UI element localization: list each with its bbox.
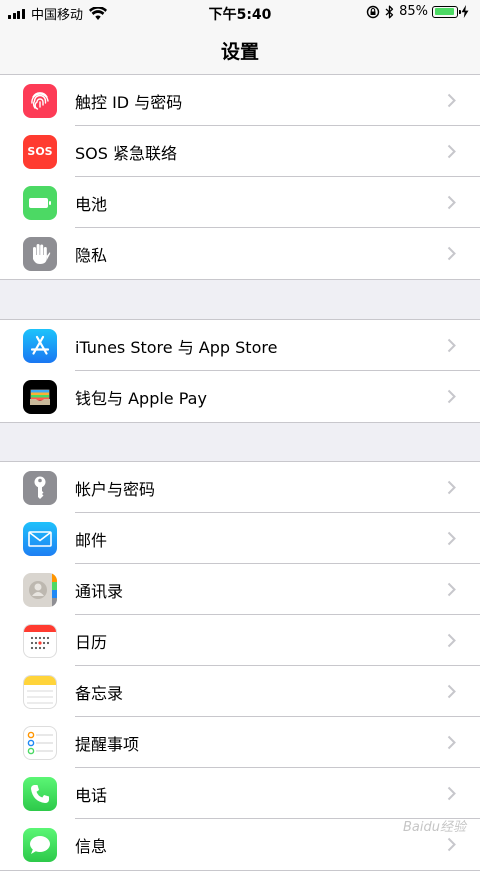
- settings-row-label: SOS 紧急联络: [75, 143, 177, 163]
- contacts-icon: [23, 572, 57, 607]
- key-icon: [23, 470, 57, 505]
- settings-row-label: 电话: [75, 785, 108, 805]
- bluetooth-icon: [385, 5, 394, 18]
- battery-icon: [23, 185, 57, 220]
- reminders-icon: [23, 725, 57, 760]
- settings-row-contacts[interactable]: 通讯录: [0, 564, 480, 615]
- settings-row-label: 通讯录: [75, 581, 124, 601]
- page-title: 设置: [220, 40, 259, 63]
- sos-icon: SOS: [23, 134, 57, 169]
- app-store-icon: [23, 328, 57, 363]
- battery-level-icon: [432, 5, 461, 18]
- settings-row-label: 帐户与密码: [75, 479, 156, 499]
- settings-row-wallet[interactable]: 钱包与 Apple Pay: [0, 371, 480, 422]
- charging-bolt-icon: [461, 5, 469, 18]
- hand-icon: [23, 236, 57, 271]
- orientation-lock-icon: [366, 5, 380, 18]
- chevron-right-icon: [447, 246, 456, 261]
- settings-row-notes[interactable]: 备忘录: [0, 666, 480, 717]
- settings-group-apps: 帐户与密码 邮件 通讯录 日历 备忘录 提醒事项 电话 信息: [0, 461, 480, 871]
- settings-row-label: 钱包与 Apple Pay: [75, 388, 207, 408]
- settings-row-label: 备忘录: [75, 683, 124, 703]
- settings-group-stores: iTunes Store 与 App Store 钱包与 Apple Pay: [0, 319, 480, 423]
- settings-row-label: 触控 ID 与密码: [75, 92, 183, 112]
- wallet-icon: [23, 379, 57, 414]
- chevron-right-icon: [447, 195, 456, 210]
- chevron-right-icon: [447, 582, 456, 597]
- messages-icon: [23, 827, 57, 862]
- chevron-right-icon: [447, 93, 456, 108]
- chevron-right-icon: [447, 786, 456, 801]
- settings-row-label: 邮件: [75, 530, 108, 550]
- chevron-right-icon: [447, 735, 456, 750]
- settings-row-calendar[interactable]: 日历: [0, 615, 480, 666]
- phone-icon: [23, 776, 57, 811]
- chevron-right-icon: [447, 480, 456, 495]
- settings-row-mail[interactable]: 邮件: [0, 513, 480, 564]
- settings-row-itunes-app-store[interactable]: iTunes Store 与 App Store: [0, 320, 480, 371]
- settings-row-battery[interactable]: 电池: [0, 177, 480, 228]
- settings-row-reminders[interactable]: 提醒事项: [0, 717, 480, 768]
- chevron-right-icon: [447, 837, 456, 852]
- notes-icon: [23, 674, 57, 709]
- settings-group-security: 触控 ID 与密码 SOS SOS 紧急联络 电池 隐私: [0, 74, 480, 280]
- settings-row-label: 日历: [75, 632, 108, 652]
- settings-row-sos[interactable]: SOS SOS 紧急联络: [0, 126, 480, 177]
- chevron-right-icon: [447, 633, 456, 648]
- chevron-right-icon: [447, 684, 456, 699]
- fingerprint-icon: [23, 83, 57, 118]
- watermark: Baidu经验: [403, 820, 466, 835]
- status-bar: 中国移动 下午5:40 85%: [0, 0, 480, 26]
- settings-row-label: iTunes Store 与 App Store: [75, 337, 278, 357]
- settings-row-label: 电池: [75, 194, 108, 214]
- settings-row-privacy[interactable]: 隐私: [0, 228, 480, 279]
- chevron-right-icon: [447, 338, 456, 353]
- calendar-icon: [23, 623, 57, 658]
- navigation-bar: 设置: [0, 26, 480, 75]
- settings-row-label: 提醒事项: [75, 734, 140, 754]
- chevron-right-icon: [447, 389, 456, 404]
- battery-percent: 85%: [399, 4, 428, 19]
- settings-row-touch-id[interactable]: 触控 ID 与密码: [0, 75, 480, 126]
- mail-icon: [23, 521, 57, 556]
- chevron-right-icon: [447, 531, 456, 546]
- settings-row-accounts-passwords[interactable]: 帐户与密码: [0, 462, 480, 513]
- chevron-right-icon: [447, 144, 456, 159]
- settings-row-label: 隐私: [75, 245, 108, 265]
- settings-row-phone[interactable]: 电话: [0, 768, 480, 819]
